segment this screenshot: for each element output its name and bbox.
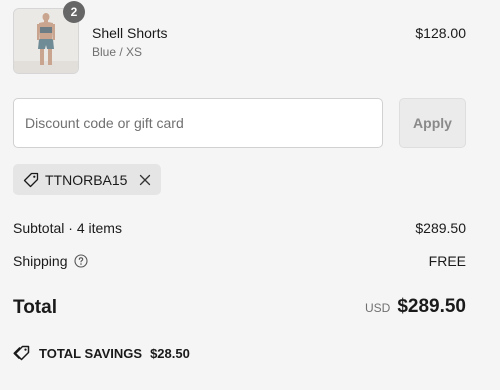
applied-discount-chip: TTNORBA15 — [13, 164, 162, 195]
shipping-value: FREE — [428, 253, 466, 269]
savings-label: TOTAL SAVINGS — [39, 345, 143, 361]
discount-code-input[interactable] — [13, 98, 383, 148]
quantity-badge: 2 — [63, 1, 85, 23]
currency-code: USD — [364, 301, 391, 315]
total-amount: $289.50 — [397, 296, 466, 317]
order-summary: 2 Shell Shorts Blue / XS $128.00 Apply T… — [0, 0, 500, 390]
subtotal-label: Subtotal · 4 items — [13, 220, 122, 236]
shipping-row-label: Shipping — [13, 253, 88, 269]
savings-tag-icon — [13, 345, 31, 361]
tag-icon — [23, 172, 39, 188]
total-amount-group: USD $289.50 — [365, 296, 466, 318]
remove-discount-button[interactable] — [139, 174, 151, 186]
total-savings: TOTAL SAVINGS $28.50 — [13, 345, 190, 361]
savings-value: $28.50 — [150, 345, 190, 361]
product-variant: Blue / XS — [92, 45, 143, 59]
discount-code-label: TTNORBA15 — [45, 171, 128, 188]
help-icon[interactable] — [73, 254, 88, 268]
product-price: $128.00 — [415, 25, 466, 41]
total-label: Total — [13, 297, 57, 318]
close-icon — [140, 174, 151, 185]
shipping-label: Shipping — [13, 253, 68, 269]
product-title: Shell Shorts — [92, 25, 168, 41]
apply-discount-button[interactable]: Apply — [399, 98, 466, 148]
subtotal-value: $289.50 — [415, 220, 466, 236]
